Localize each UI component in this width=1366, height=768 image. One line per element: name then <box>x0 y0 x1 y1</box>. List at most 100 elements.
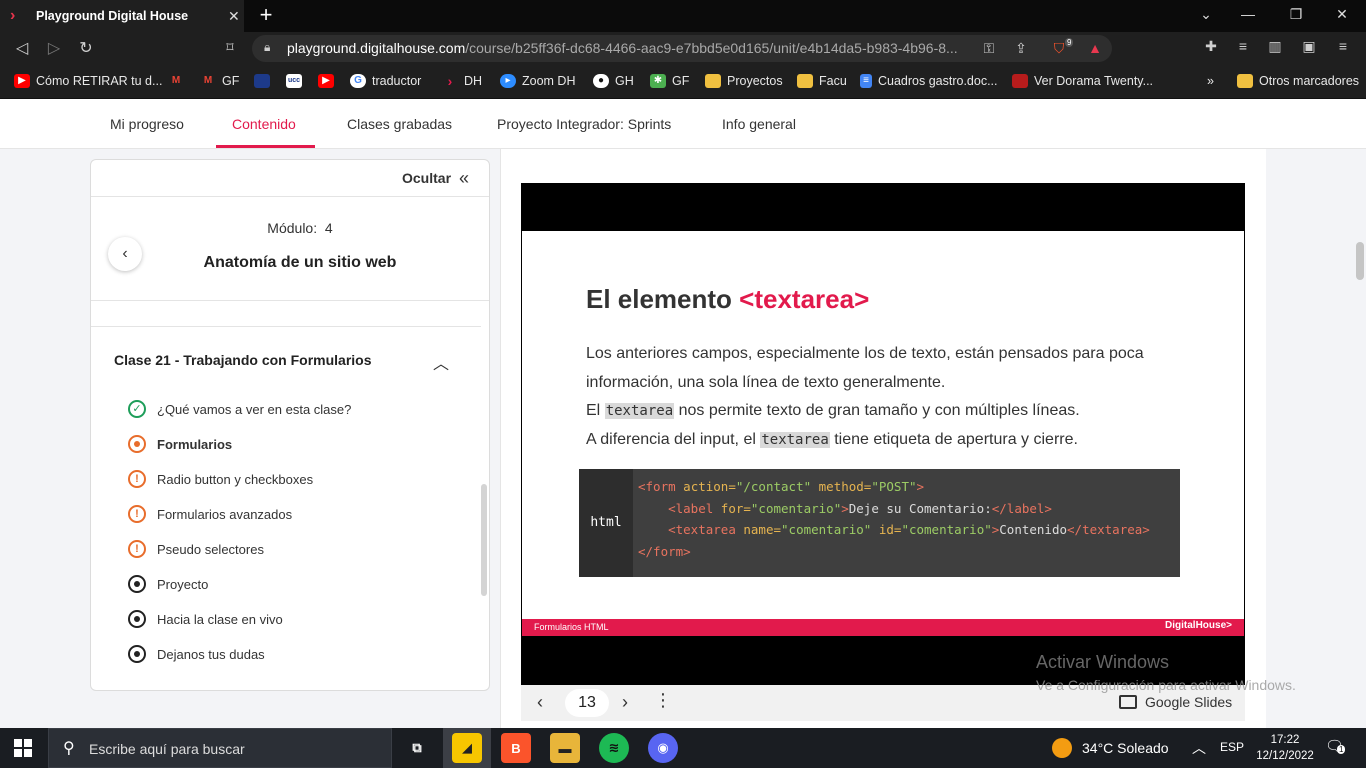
windows-start-icon[interactable] <box>14 739 32 757</box>
chevron-left-icon: ‹ <box>122 245 128 262</box>
bookmark-item[interactable]: ✱ GF <box>650 72 689 90</box>
class-title[interactable]: Clase 21 - Trabajando con Formularios <box>114 352 372 368</box>
bookmark-item[interactable]: ● GH <box>593 72 634 90</box>
module-title: Anatomía de un sitio web <box>203 254 397 271</box>
slide-page-number[interactable]: 13 <box>565 689 609 717</box>
tab-mi-progreso[interactable]: Mi progreso <box>110 116 184 132</box>
restore-icon[interactable]: ❐ <box>1286 6 1306 23</box>
lesson-item[interactable]: ! Radio button y checkboxes <box>128 469 313 489</box>
bookmark-item[interactable]: Ver Dorama Twenty... <box>1012 72 1153 90</box>
bookmark-item[interactable]: ucc <box>286 72 308 90</box>
alert-circle-icon: ! <box>128 505 146 523</box>
language-indicator[interactable]: ESP <box>1220 740 1244 754</box>
reload-icon[interactable]: ↻ <box>76 38 96 58</box>
bookmark-item[interactable]: M <box>168 72 190 90</box>
lesson-item[interactable]: Dejanos tus dudas <box>128 644 265 664</box>
page-scrollbar[interactable] <box>1356 242 1364 280</box>
zoom-icon: ▸ <box>500 74 516 88</box>
dh-favicon-icon: › <box>10 7 16 24</box>
task-view-icon[interactable]: ⧉ <box>402 733 432 763</box>
bookmark-item[interactable]: › DH <box>442 72 482 90</box>
playlist-icon[interactable]: ≡ <box>1234 38 1252 54</box>
spotify-icon[interactable]: ≋ <box>599 733 629 763</box>
lesson-item[interactable]: Proyecto <box>128 574 208 594</box>
more-options-icon[interactable]: ⋮ <box>654 690 672 711</box>
lesson-item[interactable]: Hacia la clase en vivo <box>128 609 283 629</box>
slide-text: Los anteriores campos, especialmente los… <box>586 345 1144 449</box>
tab-contenido[interactable]: Contenido <box>232 116 296 132</box>
next-slide-icon[interactable]: › <box>622 692 628 713</box>
share-icon[interactable]: ⇪ <box>1012 40 1030 57</box>
sidebar-scrollbar[interactable] <box>481 484 487 596</box>
address-bar[interactable]: 🔒︎ playground.digitalhouse.com/course/b2… <box>252 35 1112 62</box>
lesson-item[interactable]: Formularios <box>128 434 232 454</box>
browser-tab[interactable]: › Playground Digital House ✕ <box>0 0 244 32</box>
bookmark-item[interactable]: ▶ Cómo RETIRAR tu d... <box>14 72 162 90</box>
clock[interactable]: 17:22 12/12/2022 <box>1254 732 1316 764</box>
slide-footer: Formularios HTML DigitalHouse> <box>522 619 1244 636</box>
hide-sidebar-button[interactable]: Ocultar <box>402 170 451 186</box>
pending-circle-icon <box>128 610 146 628</box>
tray-chevron-up-icon[interactable]: ︿ <box>1192 738 1206 758</box>
slide-title: El elemento <textarea> <box>586 284 870 314</box>
previous-slide-icon[interactable]: ‹ <box>537 692 543 713</box>
other-bookmarks[interactable]: Otros marcadores <box>1237 72 1359 90</box>
pending-circle-icon <box>128 645 146 663</box>
gmail-icon: M <box>203 75 213 86</box>
key-icon[interactable]: ⚿ <box>980 40 998 57</box>
lock-icon: 🔒︎ <box>264 40 271 54</box>
back-icon[interactable]: ◁ <box>12 38 32 58</box>
bookmark-item[interactable] <box>254 72 276 90</box>
docs-icon: ≡ <box>860 74 872 88</box>
extensions-icon[interactable]: ✚ <box>1202 38 1220 55</box>
menu-icon[interactable]: ≡ <box>1334 38 1352 54</box>
taskbar-search[interactable]: ⚲ Escribe aquí para buscar <box>48 728 392 768</box>
minimize-icon[interactable]: — <box>1238 6 1258 22</box>
bookmark-item[interactable]: Facu <box>797 72 847 90</box>
bookmarks-more[interactable]: » <box>1207 72 1214 90</box>
lesson-item[interactable]: ! Pseudo selectores <box>128 539 264 559</box>
brave-rewards-icon[interactable]: ▲ <box>1086 40 1104 56</box>
module-number: Módulo: 4 <box>267 220 333 236</box>
google-slides-link[interactable]: Google Slides <box>1119 694 1232 710</box>
url-text[interactable]: playground.digitalhouse.com/course/b25ff… <box>287 40 977 56</box>
close-tab-icon[interactable]: ✕ <box>228 8 240 25</box>
sun-icon <box>1052 738 1072 758</box>
bookmark-page-icon[interactable]: ⌑ <box>220 39 240 56</box>
sticky-notes-icon[interactable]: ◢ <box>452 733 482 763</box>
file-explorer-icon[interactable]: ▬ <box>550 733 580 763</box>
tab-proyecto-integrador[interactable]: Proyecto Integrador: Sprints <box>497 116 671 132</box>
bookmark-item[interactable]: Gtraductor <box>350 72 421 90</box>
tab-clases-grabadas[interactable]: Clases grabadas <box>347 116 452 132</box>
weather-widget[interactable]: 34°C Soleado <box>1052 738 1169 758</box>
forward-icon[interactable]: ▷ <box>44 38 64 58</box>
bookmark-item[interactable]: M GF <box>200 72 240 90</box>
bookmark-item[interactable]: ▶ <box>318 72 340 90</box>
new-tab-button[interactable]: + <box>256 4 276 26</box>
bookmark-item[interactable]: ≡ Cuadros gastro.doc... <box>860 72 998 90</box>
activation-watermark-title: Activar Windows <box>1036 652 1170 672</box>
bookmark-item[interactable]: Proyectos <box>705 72 783 90</box>
sidebar-icon[interactable]: ▥ <box>1266 38 1284 55</box>
gf-icon: ✱ <box>650 74 666 88</box>
bookmark-blue-icon <box>254 74 270 88</box>
search-placeholder: Escribe aquí para buscar <box>89 741 245 757</box>
tab-info-general[interactable]: Info general <box>722 116 796 132</box>
double-chevron-left-icon[interactable]: « <box>459 168 469 189</box>
gmail-icon: M <box>171 75 181 86</box>
brave-browser-icon[interactable]: B <box>501 733 531 763</box>
bookmark-item[interactable]: ▸ Zoom DH <box>500 72 575 90</box>
tab-search-icon[interactable]: ⌄ <box>1196 6 1216 23</box>
previous-module-button[interactable]: ‹ <box>108 237 142 271</box>
lesson-item[interactable]: ! Formularios avanzados <box>128 504 292 524</box>
chevron-up-icon[interactable]: ︿ <box>433 350 449 374</box>
course-nav <box>0 99 1366 149</box>
shield-badge: 9 <box>1065 38 1074 47</box>
alert-circle-icon: ! <box>128 470 146 488</box>
pending-circle-icon <box>128 575 146 593</box>
youtube-icon: ▶ <box>318 74 334 88</box>
discord-icon[interactable]: ◉ <box>648 733 678 763</box>
lesson-item[interactable]: ✓ ¿Qué vamos a ver en esta clase? <box>128 399 351 419</box>
close-window-icon[interactable]: ✕ <box>1332 6 1352 23</box>
wallet-icon[interactable]: ▣ <box>1300 38 1318 55</box>
